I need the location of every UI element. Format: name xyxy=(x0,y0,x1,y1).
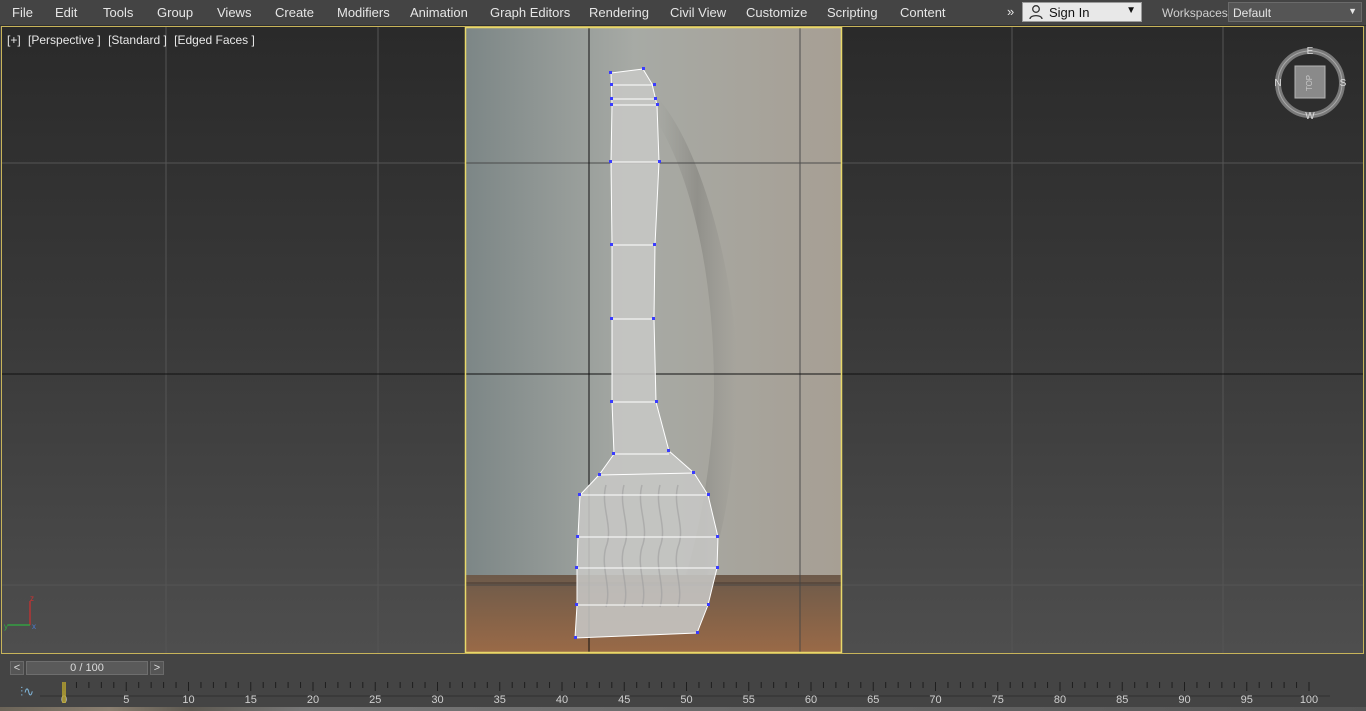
sign-in-label: Sign In xyxy=(1049,5,1090,20)
menu-overflow-chevron[interactable]: » xyxy=(1007,0,1014,25)
time-slider[interactable]: 0 / 100 xyxy=(26,661,148,675)
axis-tripod-icon: z y x xyxy=(4,594,36,631)
ruler-tick-label: 90 xyxy=(1178,694,1190,706)
viewport-label-menu[interactable]: [+] [Perspective ] [Standard ] [Edged Fa… xyxy=(7,33,259,47)
axis-y-label: y xyxy=(4,622,8,631)
ruler-tick-label: 30 xyxy=(431,694,443,706)
menu-customize[interactable]: Customize xyxy=(746,0,807,25)
menu-create[interactable]: Create xyxy=(275,0,314,25)
3ds-max-window: File Edit Tools Group Views Create Modif… xyxy=(0,0,1366,711)
track-bar[interactable]: ⫶∿ 0510152025303540455055606570758085909… xyxy=(0,679,1366,711)
compass-north: N xyxy=(1274,78,1281,89)
menu-graph-editors[interactable]: Graph Editors xyxy=(490,0,570,25)
time-slider-bar: < 0 / 100 > xyxy=(0,656,1366,679)
ruler-tick-label: 60 xyxy=(805,694,817,706)
viewcube-face-label: TOP xyxy=(1305,75,1314,91)
viewcube[interactable]: TOP E W N S xyxy=(1270,43,1350,123)
menu-modifiers[interactable]: Modifiers xyxy=(337,0,390,25)
ruler-tick-label: 100 xyxy=(1300,694,1318,706)
perspective-viewport[interactable]: [+] [Perspective ] [Standard ] [Edged Fa… xyxy=(1,26,1364,654)
menu-edit[interactable]: Edit xyxy=(55,0,77,25)
sign-in-button[interactable]: Sign In ▼ xyxy=(1022,2,1142,22)
ruler-tick-label: 85 xyxy=(1116,694,1128,706)
chevron-down-icon: ▼ xyxy=(1348,6,1357,16)
user-icon xyxy=(1029,4,1043,23)
frame-ruler[interactable]: 0510152025303540455055606570758085909510… xyxy=(0,679,1366,707)
ruler-tick-label: 15 xyxy=(245,694,257,706)
compass-west: W xyxy=(1305,111,1315,122)
workspaces-value: Default xyxy=(1233,6,1272,20)
viewport-point-of-view[interactable]: [Perspective ] xyxy=(28,33,101,47)
menu-animation[interactable]: Animation xyxy=(410,0,468,25)
ruler-tick-label: 80 xyxy=(1054,694,1066,706)
viewport-shading-preset[interactable]: [Standard ] xyxy=(108,33,167,47)
menu-group[interactable]: Group xyxy=(157,0,193,25)
current-frame-marker[interactable] xyxy=(62,682,66,703)
ruler-tick-label: 25 xyxy=(369,694,381,706)
ruler-tick-label: 10 xyxy=(182,694,194,706)
viewport-general-menu[interactable]: [+] xyxy=(7,33,21,47)
menu-file[interactable]: File xyxy=(12,0,33,25)
menu-bar: File Edit Tools Group Views Create Modif… xyxy=(0,0,1366,26)
compass-south: S xyxy=(1340,78,1347,89)
chevron-down-icon: ▼ xyxy=(1126,5,1136,16)
compass-east: E xyxy=(1307,46,1314,57)
workspaces-label: Workspaces: xyxy=(1162,6,1232,20)
axis-z-label: z xyxy=(30,594,34,603)
ruler-tick-label: 40 xyxy=(556,694,568,706)
ruler-tick-label: 45 xyxy=(618,694,630,706)
ruler-tick-label: 65 xyxy=(867,694,879,706)
spatula-mesh[interactable] xyxy=(2,27,1363,653)
ruler-tick-label: 35 xyxy=(494,694,506,706)
status-strip xyxy=(0,707,1366,711)
menu-scripting[interactable]: Scripting xyxy=(827,0,878,25)
menu-content[interactable]: Content xyxy=(900,0,946,25)
ruler-tick-label: 95 xyxy=(1241,694,1253,706)
menu-civil-view[interactable]: Civil View xyxy=(670,0,726,25)
ruler-tick-label: 50 xyxy=(680,694,692,706)
ruler-tick-label: 55 xyxy=(743,694,755,706)
menu-rendering[interactable]: Rendering xyxy=(589,0,649,25)
previous-frame-button[interactable]: < xyxy=(10,661,24,675)
ruler-tick-label: 75 xyxy=(992,694,1004,706)
menu-tools[interactable]: Tools xyxy=(103,0,133,25)
axis-x-label: x xyxy=(32,622,36,631)
next-frame-button[interactable]: > xyxy=(150,661,164,675)
menu-views[interactable]: Views xyxy=(217,0,251,25)
ruler-tick-label: 5 xyxy=(123,694,129,706)
ruler-tick-label: 70 xyxy=(929,694,941,706)
ruler-tick-label: 20 xyxy=(307,694,319,706)
workspaces-dropdown[interactable]: Default ▼ xyxy=(1228,2,1362,22)
viewport-display-mode[interactable]: [Edged Faces ] xyxy=(174,33,255,47)
